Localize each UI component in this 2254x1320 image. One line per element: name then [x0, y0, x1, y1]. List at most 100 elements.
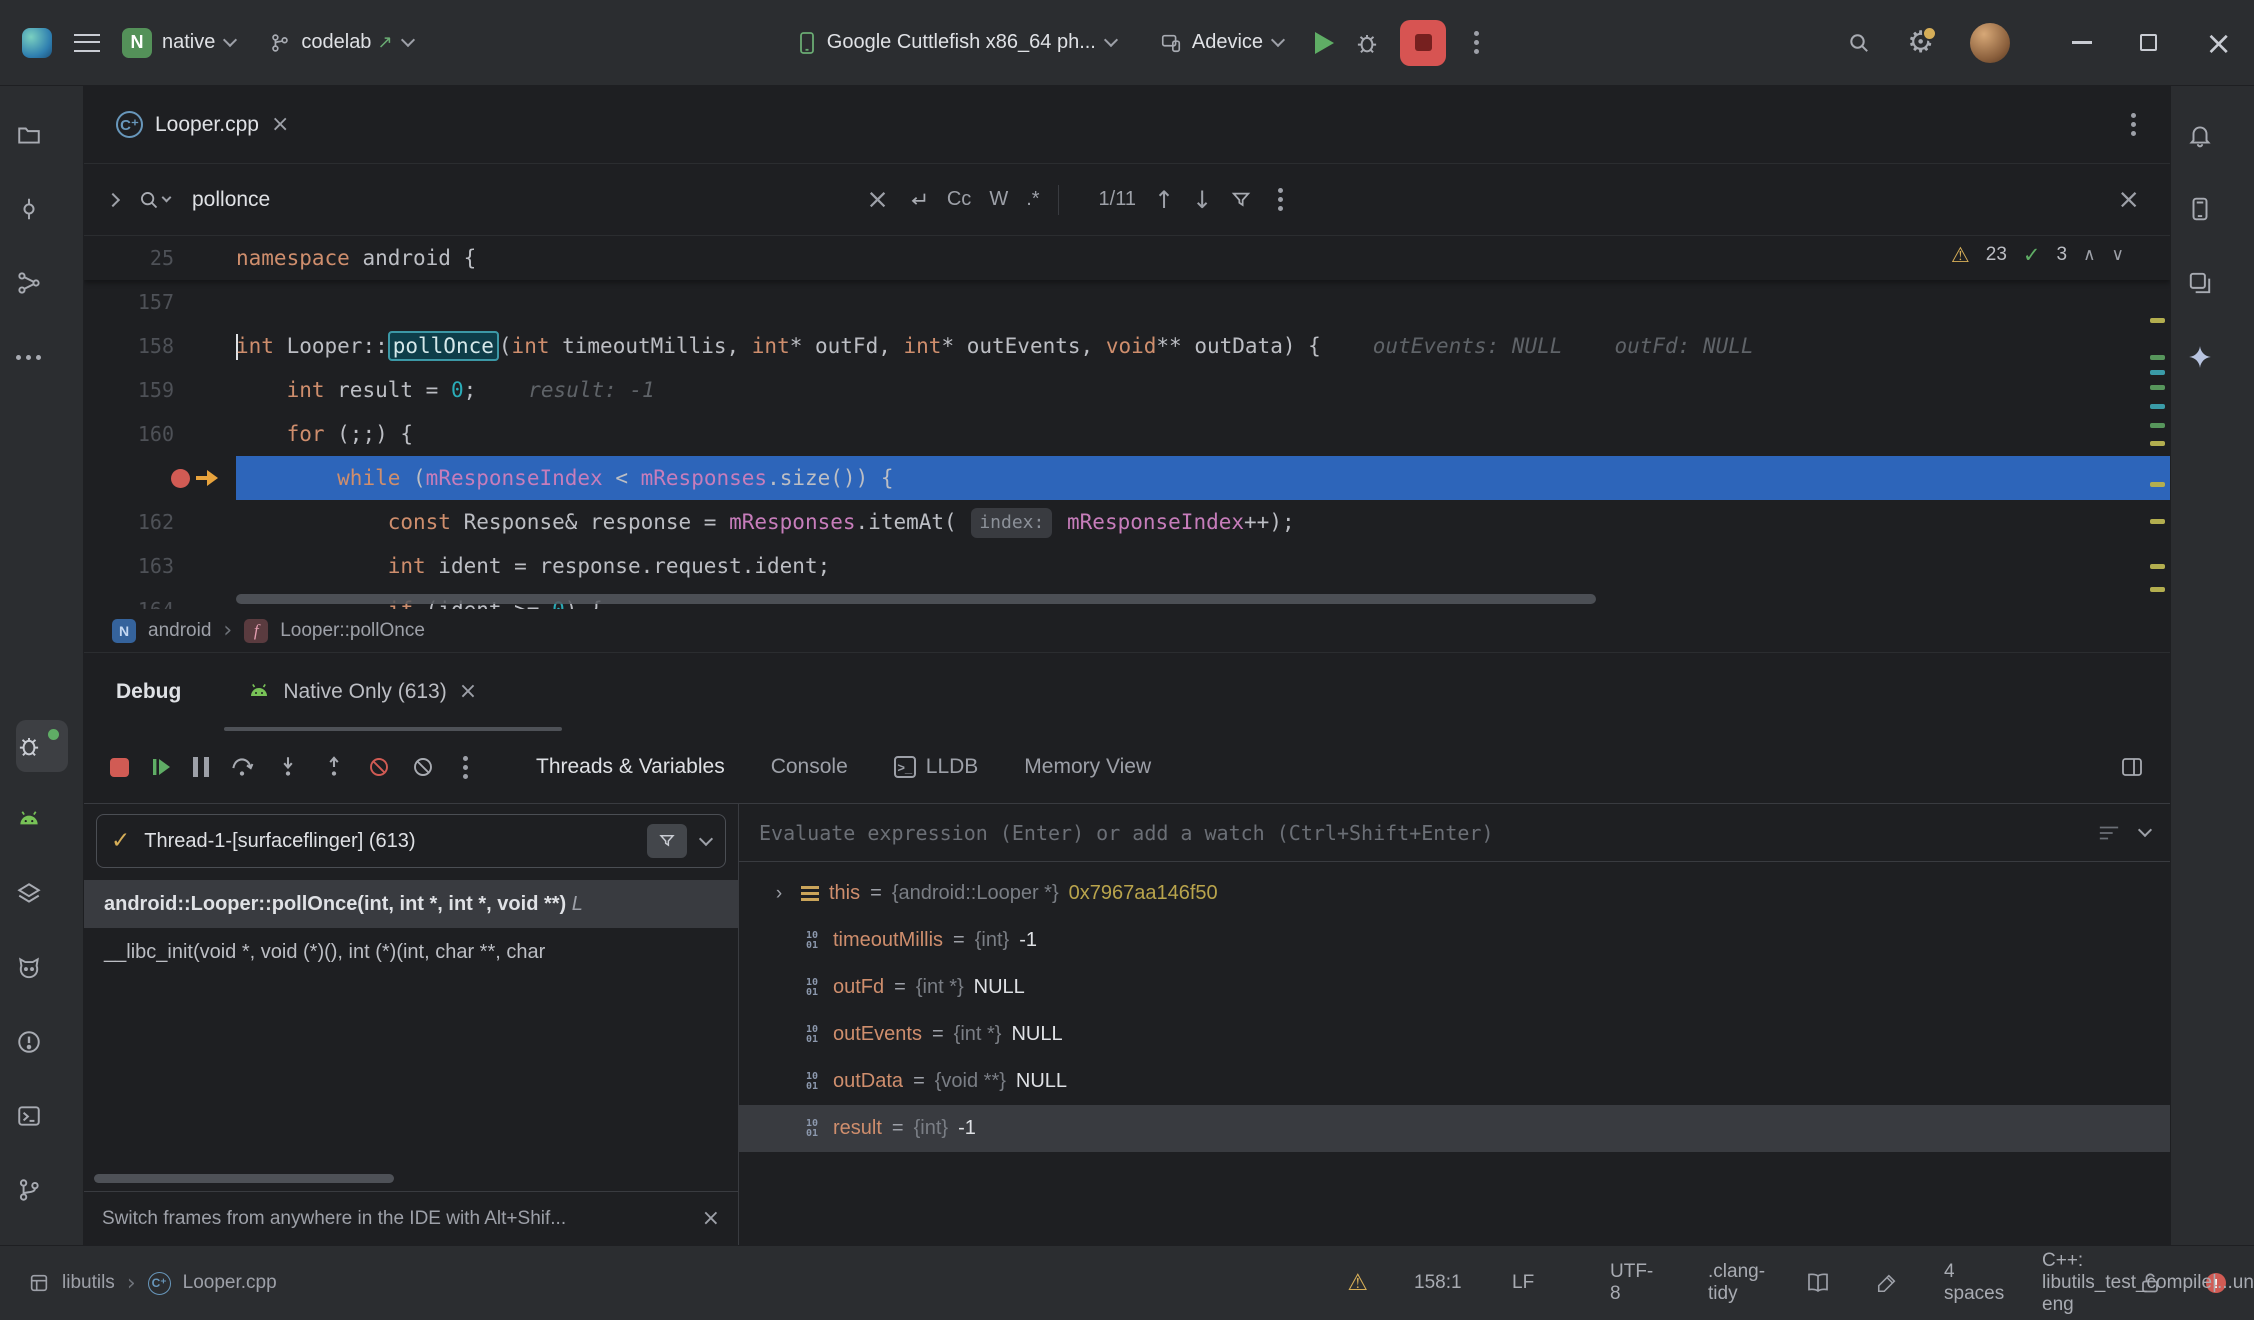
expand-replace-icon[interactable] — [106, 192, 120, 206]
next-match-icon[interactable]: ↓ — [1192, 186, 1212, 214]
variable-row[interactable]: 1001result = {int} -1 — [739, 1105, 2170, 1152]
line-gutter[interactable] — [84, 456, 236, 500]
file-encoding[interactable]: UTF-8 — [1610, 1257, 1662, 1309]
step-into-button[interactable] — [275, 754, 301, 780]
evaluate-expression-input[interactable]: Evaluate expression (Enter) or add a wat… — [739, 804, 2170, 862]
tab-looper-cpp[interactable]: C⁺ Looper.cpp × — [110, 86, 295, 163]
sidebar-item-running-devices[interactable] — [16, 794, 68, 846]
tab-options-kebab-icon[interactable] — [2131, 122, 2136, 127]
window-maximize-button[interactable] — [2140, 34, 2157, 51]
breakpoint-icon[interactable] — [171, 469, 190, 488]
debug-tab-lldb[interactable]: >_LLDB — [894, 755, 979, 779]
regex-toggle[interactable]: .* — [1026, 188, 1039, 211]
window-minimize-button[interactable] — [2072, 41, 2092, 44]
status-file[interactable]: Looper.cpp — [183, 1272, 277, 1294]
status-warning-icon[interactable]: ⚠ — [1347, 1270, 1368, 1296]
debug-stop-button[interactable] — [110, 758, 129, 777]
stop-button[interactable] — [1400, 20, 1446, 66]
filter-icon[interactable] — [1230, 189, 1252, 211]
variable-row[interactable]: 1001outEvents = {int *} NULL — [739, 1011, 2170, 1058]
evaluate-history-icon[interactable] — [2098, 824, 2120, 842]
sidebar-item-project[interactable] — [16, 109, 68, 161]
sidebar-item-more[interactable] — [16, 331, 68, 383]
pause-button[interactable] — [193, 757, 209, 777]
line-gutter[interactable]: 159 — [84, 368, 236, 412]
line-separator[interactable]: LF — [1512, 1257, 1564, 1309]
code-line[interactable]: 157 — [84, 280, 2170, 324]
line-gutter[interactable]: 162 — [84, 500, 236, 544]
code-editor[interactable]: ⚠ 23 ✓ 3 ∧ ∨ 25 namespace android { 1571… — [84, 236, 2170, 609]
stack-frame-row[interactable]: __libc_init(void *, void (*)(), int (*)(… — [84, 928, 738, 976]
sidebar-item-version-control[interactable] — [16, 1164, 68, 1216]
indent-widget[interactable]: 4 spaces — [1944, 1257, 1996, 1309]
run-config-selector[interactable]: Adevice — [1148, 22, 1295, 63]
settings-button[interactable]: ⚙ — [1907, 28, 1934, 58]
clang-tidy-widget[interactable]: .clang-tidy — [1708, 1257, 1760, 1309]
horizontal-scrollbar[interactable] — [236, 594, 1596, 604]
stripe-mark[interactable] — [2150, 441, 2165, 446]
window-close-button[interactable]: × — [2205, 27, 2232, 59]
code-line[interactable]: 159 int result = 0;result: -1 — [84, 368, 2170, 412]
expand-chevron-icon[interactable]: › — [767, 883, 791, 905]
line-gutter[interactable]: 158 — [84, 324, 236, 368]
stripe-mark[interactable] — [2150, 519, 2165, 524]
breadcrumb-item-function[interactable]: Looper::pollOnce — [280, 620, 425, 642]
debug-more-kebab-icon[interactable] — [463, 765, 468, 770]
toolchain-widget[interactable]: C++: libutils_test_compile|...unk_stagin… — [2042, 1257, 2094, 1309]
sidebar-item-build-variants[interactable] — [2187, 257, 2239, 309]
frames-horizontal-scrollbar[interactable] — [94, 1174, 394, 1183]
variable-row[interactable]: ›this = {android::Looper *} 0x7967aa146f… — [739, 870, 2170, 917]
code-line[interactable]: 163 int ident = response.request.ident; — [84, 544, 2170, 588]
find-query-input[interactable]: pollonce — [192, 188, 270, 212]
sidebar-item-commit[interactable] — [16, 183, 68, 235]
stripe-mark[interactable] — [2150, 564, 2165, 569]
debug-tab-console[interactable]: Console — [771, 755, 848, 779]
match-case-toggle[interactable]: Cc — [947, 188, 971, 211]
sidebar-item-terminal[interactable] — [16, 1090, 68, 1142]
step-over-button[interactable] — [229, 754, 255, 780]
stripe-mark[interactable] — [2150, 370, 2165, 375]
main-menu-button[interactable] — [74, 34, 100, 52]
words-toggle[interactable]: W — [989, 188, 1008, 211]
debug-tab-memory-view[interactable]: Memory View — [1024, 755, 1151, 779]
stripe-mark[interactable] — [2150, 318, 2165, 323]
sidebar-item-notifications[interactable] — [2187, 109, 2239, 161]
banner-close-icon[interactable]: × — [702, 1208, 720, 1230]
line-gutter[interactable]: 157 — [84, 280, 236, 324]
tab-strip-scrollbar[interactable] — [224, 727, 562, 731]
variable-row[interactable]: 1001outFd = {int *} NULL — [739, 964, 2170, 1011]
sidebar-item-debug[interactable] — [16, 720, 68, 772]
stripe-mark[interactable] — [2150, 587, 2165, 592]
code-line[interactable]: 158int Looper::pollOnce(int timeoutMilli… — [84, 324, 2170, 368]
tab-close-icon[interactable]: × — [271, 114, 289, 136]
clear-search-icon[interactable]: × — [866, 186, 889, 213]
vcs-branch-widget[interactable]: codelab ↗ — [257, 22, 424, 63]
mute-breakpoints-button[interactable] — [411, 755, 435, 779]
caret-position[interactable]: 158:1 — [1414, 1257, 1466, 1309]
project-widget[interactable]: N native — [110, 19, 247, 67]
toolbar-more-button[interactable] — [1466, 40, 1487, 45]
sidebar-item-problems[interactable] — [16, 1016, 68, 1068]
line-gutter[interactable]: 160 — [84, 412, 236, 456]
breadcrumb-item-namespace[interactable]: android — [148, 620, 211, 642]
line-number[interactable]: 25 — [84, 236, 236, 280]
newline-icon[interactable] — [907, 189, 929, 211]
view-breakpoints-button[interactable] — [367, 755, 391, 779]
sidebar-item-logcat[interactable] — [16, 942, 68, 994]
highlighting-level-icon[interactable] — [1876, 1272, 1898, 1294]
layout-settings-button[interactable] — [2120, 755, 2144, 779]
chevron-down-icon[interactable] — [2138, 823, 2152, 837]
code-line[interactable]: 162 const Response& response = mResponse… — [84, 500, 2170, 544]
find-search-icon[interactable] — [138, 189, 170, 211]
line-gutter[interactable]: 164 — [84, 588, 236, 609]
previous-match-icon[interactable]: ↑ — [1154, 186, 1174, 214]
variable-row[interactable]: 1001outData = {void **} NULL — [739, 1058, 2170, 1105]
find-options-kebab-icon[interactable] — [1278, 197, 1283, 202]
reader-mode-icon[interactable] — [1806, 1272, 1830, 1294]
variable-row[interactable]: 1001timeoutMillis = {int} -1 — [739, 917, 2170, 964]
code-line[interactable]: while (mResponseIndex < mResponses.size(… — [84, 456, 2170, 500]
status-module[interactable]: libutils — [62, 1272, 115, 1294]
stripe-mark[interactable] — [2150, 423, 2165, 428]
stripe-mark[interactable] — [2150, 482, 2165, 487]
step-out-button[interactable] — [321, 754, 347, 780]
